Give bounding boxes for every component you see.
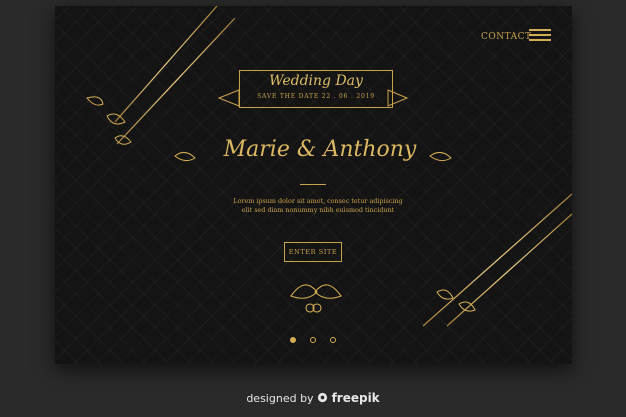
description-line: elit sed diam nonummy nibh euismod tinci… bbox=[241, 206, 395, 214]
rings-icon bbox=[290, 284, 342, 313]
diagonal-line bbox=[446, 213, 572, 327]
leaf-left-icon bbox=[86, 96, 132, 145]
banner-title: Wedding Day bbox=[269, 73, 363, 89]
contact-link[interactable]: CONTACT bbox=[481, 32, 532, 42]
menu-bar bbox=[529, 39, 551, 41]
diagonal-line bbox=[114, 6, 218, 123]
description: Lorem ipsum dolor sit amet, consec tetur… bbox=[210, 197, 426, 215]
wedding-day-banner: Wedding Day SAVE THE DATE 22 . 06 . 2019 bbox=[239, 70, 393, 108]
diagonal-line bbox=[422, 193, 572, 327]
menu-bar bbox=[529, 34, 551, 36]
divider bbox=[300, 184, 326, 185]
enter-site-button[interactable]: ENTER SITE bbox=[284, 242, 342, 262]
footer-credit: designed by freepik bbox=[0, 391, 626, 405]
freepik-logo-icon bbox=[317, 392, 328, 403]
brand-name[interactable]: freepik bbox=[332, 391, 380, 405]
carousel-dot-2[interactable] bbox=[310, 337, 316, 343]
carousel-dot-1[interactable] bbox=[290, 337, 296, 343]
credit-prefix: designed by bbox=[246, 392, 314, 405]
gold-decoration bbox=[55, 6, 572, 337]
couple-names: Marie & Anthony bbox=[223, 137, 417, 162]
menu-bar bbox=[529, 29, 551, 31]
description-line: Lorem ipsum dolor sit amet, consec tetur… bbox=[233, 197, 403, 205]
diagonal-line bbox=[116, 17, 236, 145]
landing-card: CONTACT Wedding Day SAVE THE DATE 22 . 0… bbox=[55, 6, 572, 364]
hamburger-menu-icon[interactable] bbox=[529, 29, 551, 43]
carousel-dot-3[interactable] bbox=[330, 337, 336, 343]
save-the-date: SAVE THE DATE 22 . 06 . 2019 bbox=[257, 93, 375, 100]
